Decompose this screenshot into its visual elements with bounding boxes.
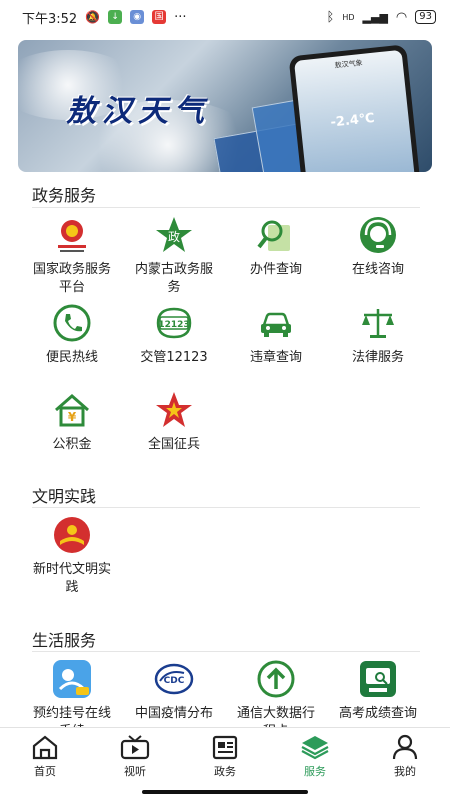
appointment-icon: [52, 659, 92, 699]
signal-bars-icon: ▂▄▆: [362, 10, 388, 24]
signal-label: HD: [342, 12, 355, 22]
gov-star-icon: 政: [154, 215, 194, 255]
tab-service[interactable]: 服务: [270, 728, 360, 785]
service-hotline[interactable]: 便民热线: [20, 303, 124, 367]
section-title-civilization: 文明实践: [32, 487, 97, 506]
news-notification-icon: 国: [152, 10, 167, 24]
user-icon: [392, 734, 418, 760]
svg-text:政: 政: [168, 230, 180, 244]
home-icon: [32, 735, 58, 760]
section-title-life: 生活服务: [32, 631, 97, 650]
download-icon: ↓: [108, 10, 123, 24]
bottom-tab-bar: 首页 视听 政务 服务 我的: [0, 727, 450, 785]
phone-icon: [52, 303, 92, 343]
up-arrow-circle-icon: [256, 659, 296, 699]
service-exam-score[interactable]: 高考成绩查询: [326, 659, 430, 723]
section-title-gov: 政务服务: [32, 186, 97, 205]
mute-icon: 🔕: [85, 10, 101, 24]
svg-text:12123: 12123: [158, 320, 189, 330]
service-label: 便民热线: [45, 350, 98, 365]
divider: [32, 651, 420, 652]
cdc-map-icon: CDC: [154, 659, 194, 699]
phone-temperature: -2.4℃: [329, 110, 376, 131]
tab-home[interactable]: 首页: [0, 728, 90, 785]
home-indicator[interactable]: [142, 790, 308, 794]
search-document-icon: [256, 215, 296, 255]
battery-icon: 93: [415, 10, 436, 24]
tab-news[interactable]: 政务: [180, 728, 270, 785]
phone-app-title: 敖汉气象: [334, 58, 363, 70]
tab-label: 服务: [304, 765, 326, 778]
banner-title: 敖汉天气: [66, 94, 210, 129]
news-icon: [212, 735, 238, 760]
app-notification-icon: ◉: [130, 10, 145, 24]
service-case-query[interactable]: 办件查询: [224, 215, 328, 279]
service-label: 在线咨询: [351, 262, 404, 277]
service-label: 公积金: [52, 437, 92, 452]
service-label: 法律服务: [351, 350, 404, 365]
service-housing-fund[interactable]: ¥ 公积金: [20, 390, 124, 454]
wifi-icon: ◠: [395, 9, 408, 25]
service-conscription[interactable]: 全国征兵: [122, 390, 226, 454]
tab-label: 政务: [214, 765, 236, 778]
service-label: 新时代文明实践: [32, 562, 111, 595]
service-legal[interactable]: 法律服务: [326, 303, 430, 367]
tab-label: 视听: [124, 765, 146, 778]
tab-profile[interactable]: 我的: [360, 728, 450, 785]
military-star-icon: [154, 390, 194, 430]
civilization-practice-icon: [52, 515, 92, 555]
svg-text:CDC: CDC: [164, 676, 185, 686]
tab-label: 首页: [34, 765, 56, 778]
service-national-gov-platform[interactable]: 国家政务服务平台: [20, 215, 124, 297]
divider: [32, 507, 420, 508]
customer-service-icon: [358, 215, 398, 255]
tab-video[interactable]: 视听: [90, 728, 180, 785]
service-epidemic-map[interactable]: CDC 中国疫情分布: [122, 659, 226, 723]
bluetooth-icon: ᛒ: [326, 9, 335, 25]
tab-label: 我的: [394, 765, 416, 778]
service-label: 高考成绩查询: [338, 706, 417, 721]
service-inner-mongolia-gov[interactable]: 政 内蒙古政务服务: [122, 215, 226, 297]
svg-text:¥: ¥: [68, 410, 77, 424]
scales-icon: [358, 303, 398, 343]
video-icon: [120, 735, 150, 760]
status-time: 下午3:52: [22, 11, 78, 27]
divider: [32, 207, 420, 208]
service-civilization-practice[interactable]: 新时代文明实践: [20, 515, 124, 597]
house-fund-icon: ¥: [52, 390, 92, 430]
service-online-consult[interactable]: 在线咨询: [326, 215, 430, 279]
more-dots-icon: ···: [174, 9, 187, 25]
weather-banner[interactable]: 敖汉天气 敖汉气象 -2.4℃: [18, 40, 432, 172]
traffic-12123-icon: 12123: [154, 303, 194, 343]
service-traffic-12123[interactable]: 12123 交管12123: [122, 303, 226, 367]
status-bar: 下午3:52 🔕 ↓ ◉ 国 ··· ᛒ HD ▂▄▆ ◠ 93: [0, 0, 450, 34]
service-label: 中国疫情分布: [134, 706, 213, 721]
car-icon: [256, 303, 296, 343]
service-label: 国家政务服务平台: [32, 262, 111, 295]
service-label: 违章查询: [249, 350, 302, 365]
phone-mockup: 敖汉气象 -2.4℃: [288, 44, 422, 172]
service-label: 办件查询: [249, 262, 302, 277]
service-label: 内蒙古政务服务: [134, 262, 213, 295]
service-label: 全国征兵: [147, 437, 200, 452]
national-emblem-icon: [52, 215, 92, 255]
service-violation-query[interactable]: 违章查询: [224, 303, 328, 367]
service-label: 交管12123: [140, 350, 208, 365]
exam-search-icon: [358, 659, 398, 699]
layers-icon: [301, 736, 329, 760]
